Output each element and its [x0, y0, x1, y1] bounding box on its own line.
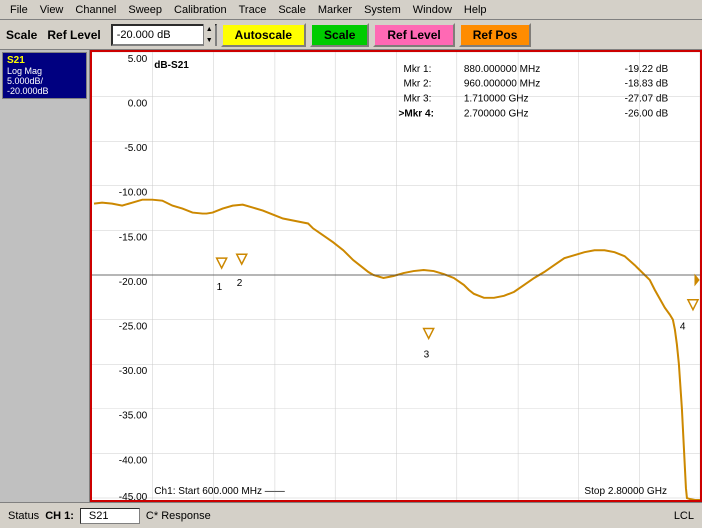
svg-text:Mkr 2:: Mkr 2: — [404, 79, 432, 90]
svg-text:-26.00 dB: -26.00 dB — [625, 108, 669, 119]
svg-text:-19.22 dB: -19.22 dB — [625, 64, 669, 75]
ref-pos-button[interactable]: Ref Pos — [459, 23, 532, 47]
menu-bar: File View Channel Sweep Calibration Trac… — [0, 0, 702, 20]
channel-title: S21 — [7, 55, 82, 66]
scale-button[interactable]: Scale — [310, 23, 369, 47]
chart-container: 5.00 0.00 -5.00 -10.00 -15.00 -20.00 -25… — [90, 50, 702, 502]
svg-text:2: 2 — [237, 278, 243, 289]
svg-text:3: 3 — [424, 349, 430, 360]
svg-text:-35.00: -35.00 — [119, 411, 148, 422]
toolbar: Scale Ref Level ▲ ▼ Autoscale Scale Ref … — [0, 20, 702, 50]
svg-text:Ch1: Start 600.000 MHz ——: Ch1: Start 600.000 MHz —— — [154, 486, 285, 497]
svg-text:-25.00: -25.00 — [119, 322, 148, 333]
menu-trace[interactable]: Trace — [233, 3, 273, 17]
svg-text:>Mkr 4:: >Mkr 4: — [399, 108, 434, 119]
channel-scale: 5.000dB/ — [7, 76, 82, 86]
svg-text:-20.00: -20.00 — [119, 277, 148, 288]
svg-text:1.710000 GHz: 1.710000 GHz — [464, 94, 529, 105]
svg-text:5.00: 5.00 — [128, 54, 148, 65]
chart-svg: 5.00 0.00 -5.00 -10.00 -15.00 -20.00 -25… — [92, 52, 700, 500]
menu-file[interactable]: File — [4, 3, 34, 17]
menu-scale[interactable]: Scale — [272, 3, 312, 17]
ref-level-input-container: ▲ ▼ — [111, 24, 217, 46]
svg-text:0.00: 0.00 — [128, 99, 148, 110]
status-response: C* Response — [146, 510, 211, 522]
svg-text:-15.00: -15.00 — [119, 232, 148, 243]
svg-text:-5.00: -5.00 — [124, 143, 147, 154]
autoscale-button[interactable]: Autoscale — [221, 23, 306, 47]
status-s21: S21 — [80, 508, 140, 524]
svg-text:2.700000 GHz: 2.700000 GHz — [464, 108, 529, 119]
spinner-down[interactable]: ▼ — [204, 35, 215, 46]
status-bar: Status CH 1: S21 C* Response LCL — [0, 502, 702, 528]
menu-view[interactable]: View — [34, 3, 70, 17]
svg-text:-27.07 dB: -27.07 dB — [625, 94, 669, 105]
menu-calibration[interactable]: Calibration — [168, 3, 233, 17]
svg-text:-30.00: -30.00 — [119, 366, 148, 377]
svg-text:4: 4 — [680, 322, 686, 333]
svg-text:Stop 2.80000 GHz: Stop 2.80000 GHz — [584, 486, 667, 497]
status-lcl: LCL — [674, 510, 694, 522]
svg-text:dB-S21: dB-S21 — [154, 60, 189, 71]
menu-window[interactable]: Window — [407, 3, 458, 17]
scale-label: Scale — [6, 28, 37, 42]
channel-info: S21 Log Mag 5.000dB/ -20.000dB — [2, 52, 87, 99]
menu-marker[interactable]: Marker — [312, 3, 358, 17]
svg-text:960.000000 MHz: 960.000000 MHz — [464, 79, 540, 90]
ref-level-label: Ref Level — [47, 28, 100, 42]
status-ch-label: CH 1: — [45, 510, 74, 522]
status-label: Status — [8, 510, 39, 522]
menu-system[interactable]: System — [358, 3, 407, 17]
menu-help[interactable]: Help — [458, 3, 493, 17]
channel-type: Log Mag — [7, 66, 82, 76]
svg-text:1: 1 — [217, 282, 223, 293]
spinner-up[interactable]: ▲ — [204, 24, 215, 35]
menu-sweep[interactable]: Sweep — [122, 3, 168, 17]
svg-text:-10.00: -10.00 — [119, 188, 148, 199]
svg-text:Mkr 3:: Mkr 3: — [404, 94, 432, 105]
ref-level-input[interactable] — [113, 29, 203, 41]
ref-level-button[interactable]: Ref Level — [373, 23, 454, 47]
channel-ref: -20.000dB — [7, 86, 82, 96]
spinner-buttons: ▲ ▼ — [203, 24, 215, 46]
svg-text:880.000000 MHz: 880.000000 MHz — [464, 64, 540, 75]
left-panel: S21 Log Mag 5.000dB/ -20.000dB — [0, 50, 90, 502]
svg-text:Mkr 1:: Mkr 1: — [404, 64, 432, 75]
main-content: S21 Log Mag 5.000dB/ -20.000dB — [0, 50, 702, 502]
svg-text:-18.83 dB: -18.83 dB — [625, 79, 669, 90]
svg-text:-45.00: -45.00 — [119, 492, 148, 500]
menu-channel[interactable]: Channel — [69, 3, 122, 17]
svg-text:-40.00: -40.00 — [119, 455, 148, 466]
